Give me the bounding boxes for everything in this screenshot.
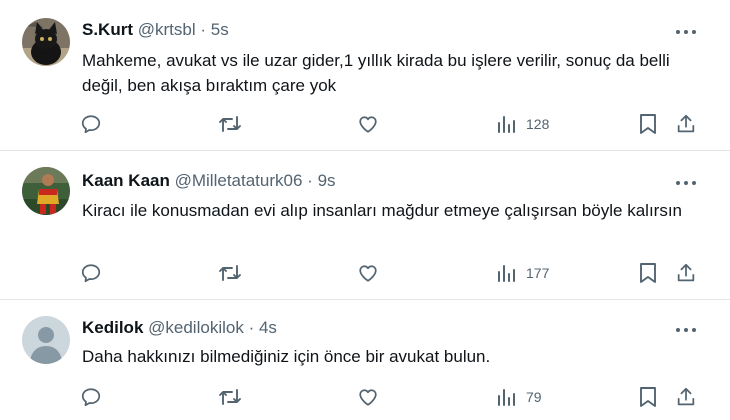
more-icon — [676, 328, 696, 332]
share-button[interactable] — [675, 386, 697, 408]
timestamp[interactable]: 9s — [318, 171, 336, 190]
reply-icon — [81, 115, 101, 134]
black-cat-avatar-icon — [22, 18, 70, 66]
views-button[interactable] — [497, 388, 517, 406]
more-options-button[interactable] — [672, 322, 700, 338]
share-button[interactable] — [675, 262, 697, 284]
separator-dot: · — [200, 20, 207, 39]
share-icon — [677, 114, 695, 133]
views-chart-icon — [498, 116, 515, 133]
share-icon — [677, 387, 695, 406]
reply-button[interactable] — [80, 113, 102, 135]
more-options-button[interactable] — [672, 175, 700, 191]
like-button[interactable] — [357, 386, 379, 408]
retweet-icon — [219, 389, 241, 405]
retweet-button[interactable] — [218, 113, 242, 135]
user-handle[interactable]: @Milletataturk06 — [175, 171, 303, 190]
retweet-icon — [219, 265, 241, 281]
views-count: 128 — [526, 116, 550, 132]
user-handle[interactable]: @kedilokilok — [148, 318, 244, 337]
views-button[interactable] — [497, 115, 517, 133]
share-button[interactable] — [675, 113, 697, 135]
tweet-text: Mahkeme, avukat vs ile uzar gider,1 yıll… — [82, 51, 670, 95]
more-icon — [676, 30, 696, 34]
reply-button[interactable] — [80, 386, 102, 408]
tweet-header: S.Kurt @krtsbl · 5s — [82, 20, 229, 40]
avatar[interactable] — [22, 167, 70, 215]
tweet-feed: S.Kurt @krtsbl · 5s Mahkeme, avukat vs i… — [0, 0, 730, 420]
avatar[interactable] — [22, 18, 70, 66]
tweet-header: Kedilok @kedilokilok · 4s — [82, 318, 277, 338]
like-button[interactable] — [357, 113, 379, 135]
views-button[interactable] — [497, 264, 517, 282]
bookmark-icon — [640, 114, 656, 134]
tweet-1[interactable]: S.Kurt @krtsbl · 5s Mahkeme, avukat vs i… — [0, 0, 730, 150]
views-chart-icon — [498, 265, 515, 282]
retweet-icon — [219, 116, 241, 132]
heart-icon — [359, 389, 377, 406]
avatar[interactable] — [22, 316, 70, 364]
user-handle[interactable]: @krtsbl — [138, 20, 196, 39]
more-icon — [676, 181, 696, 185]
views-count: 79 — [526, 389, 542, 405]
bookmark-icon — [640, 263, 656, 283]
bookmark-button[interactable] — [638, 262, 658, 284]
share-icon — [677, 263, 695, 282]
tweet-3[interactable]: Kedilok @kedilokilok · 4s Daha hakkınızı… — [0, 300, 730, 420]
retweet-button[interactable] — [218, 386, 242, 408]
separator-dot: · — [248, 318, 255, 337]
bookmark-button[interactable] — [638, 113, 658, 135]
more-options-button[interactable] — [672, 24, 700, 40]
separator-dot: · — [307, 171, 313, 190]
tweet-header: Kaan Kaan @Milletataturk06 · 9s — [82, 171, 336, 191]
display-name[interactable]: Kaan Kaan — [82, 171, 170, 190]
views-chart-icon — [498, 389, 515, 406]
bookmark-icon — [640, 387, 656, 407]
display-name[interactable]: Kedilok — [82, 318, 143, 337]
tweet-text: Daha hakkınızı bilmediğiniz için önce bi… — [82, 347, 491, 366]
tweet-text: Kiracı ile konusmadan evi alıp insanları… — [82, 201, 683, 220]
like-button[interactable] — [357, 262, 379, 284]
display-name[interactable]: S.Kurt — [82, 20, 133, 39]
timestamp[interactable]: 4s — [259, 318, 277, 337]
retweet-button[interactable] — [218, 262, 242, 284]
football-player-avatar-icon — [22, 167, 70, 215]
reply-button[interactable] — [80, 262, 102, 284]
heart-icon — [359, 265, 377, 282]
reply-icon — [81, 388, 101, 407]
reply-icon — [81, 264, 101, 283]
bookmark-button[interactable] — [638, 386, 658, 408]
tweet-2[interactable]: Kaan Kaan @Milletataturk06 · 9s Kiracı i… — [0, 151, 730, 299]
views-count: 177 — [526, 265, 550, 281]
default-person-avatar-icon — [22, 316, 70, 364]
timestamp[interactable]: 5s — [211, 20, 229, 39]
heart-icon — [359, 116, 377, 133]
